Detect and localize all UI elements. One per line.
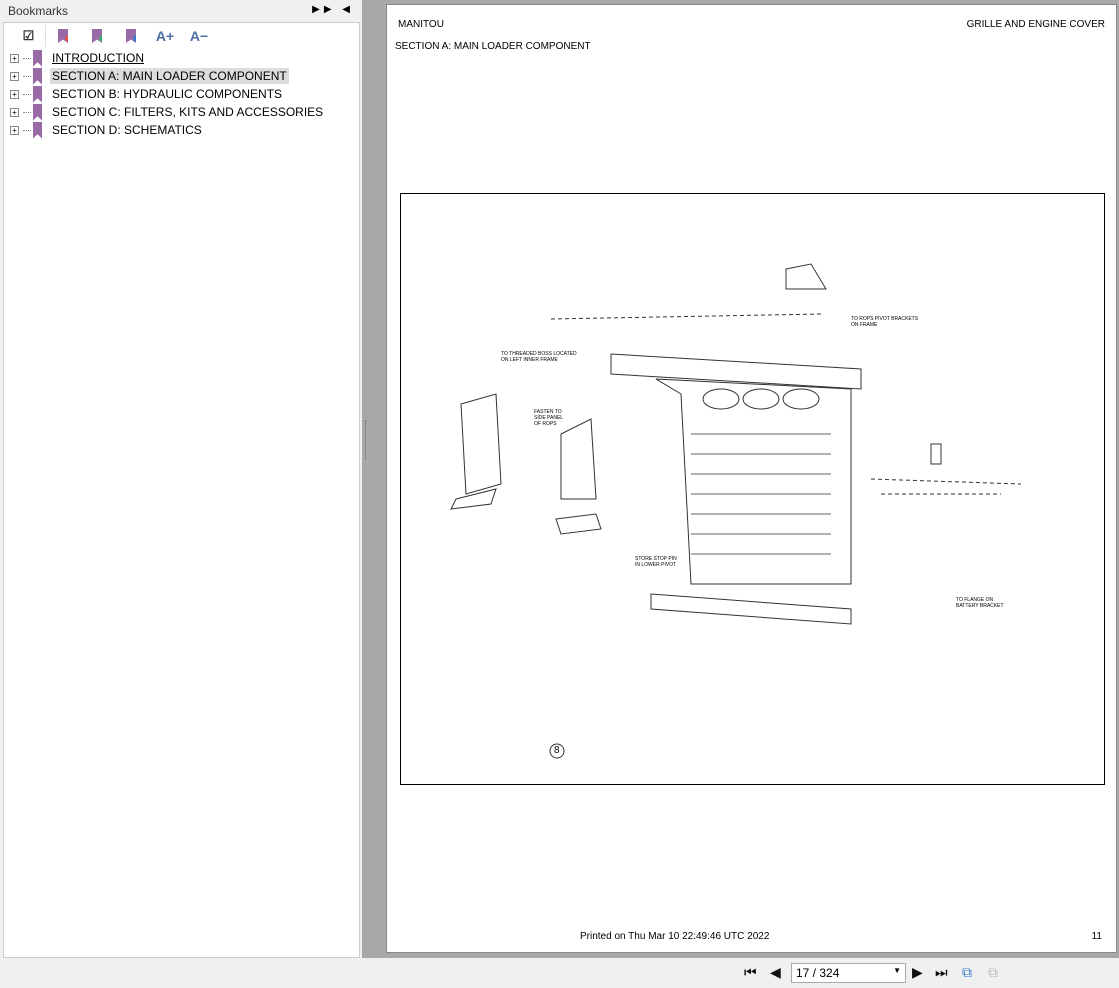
header-right: GRILLE AND ENGINE COVER — [966, 19, 1105, 30]
bookmark-label[interactable]: SECTION B: HYDRAULIC COMPONENTS — [50, 86, 284, 102]
header-left: MANITOU — [398, 19, 444, 30]
expand-icon[interactable]: + — [10, 89, 19, 99]
expand-icon[interactable]: + — [10, 107, 19, 117]
previous-view-icon[interactable]: ⧉ — [962, 964, 972, 981]
page-selector[interactable]: 17 / 324 ▼ — [791, 963, 906, 983]
bookmark-item[interactable]: + SECTION C: FILTERS, KITS AND ACCESSORIE… — [4, 103, 359, 121]
page-number: 11 — [1091, 931, 1102, 942]
collapse-panel-icon[interactable]: ◀ — [342, 4, 354, 15]
expand-icon[interactable]: + — [10, 71, 19, 81]
bookmark-icon — [33, 85, 42, 103]
bookmark-label[interactable]: SECTION A: MAIN LOADER COMPONENT — [50, 68, 289, 84]
expand-panel-icon[interactable]: ▶▶ — [312, 4, 335, 15]
expand-icon[interactable]: + — [10, 125, 19, 135]
bookmarks-panel: Bookmarks ▶▶ ◀ ☑ A+ A− + INTRODUCTION + SEC… — [0, 0, 362, 958]
bookmark-label[interactable]: SECTION C: FILTERS, KITS AND ACCESSORIES — [50, 104, 325, 120]
diagram-note: TO ROPS PIVOT BRACKETS ON FRAME — [851, 316, 919, 328]
bookmark-icon — [33, 121, 42, 139]
next-page-icon[interactable]: ▶ — [912, 964, 923, 981]
chevron-down-icon[interactable]: ▼ — [893, 966, 901, 975]
go-to-bookmark-button[interactable] — [114, 25, 148, 47]
bookmark-icon — [33, 67, 42, 85]
navigation-bar: ⏮ ◀ ▶ ⏭ ⧉ ⧉ — [0, 958, 1119, 988]
bookmarks-title: Bookmarks — [8, 4, 69, 18]
expand-all-button[interactable]: ☑ — [12, 25, 46, 47]
first-page-icon[interactable]: ⏮ — [744, 964, 757, 981]
next-view-icon[interactable]: ⧉ — [988, 964, 998, 981]
bookmark-label[interactable]: SECTION D: SCHEMATICS — [50, 122, 204, 138]
add-bookmark-button[interactable] — [80, 25, 114, 47]
increase-font-button[interactable]: A+ — [148, 25, 182, 47]
last-page-icon[interactable]: ⏭ — [935, 964, 948, 981]
delete-bookmark-button[interactable] — [46, 25, 80, 47]
bookmark-item[interactable]: + SECTION B: HYDRAULIC COMPONENTS — [4, 85, 359, 103]
section-heading: SECTION A: MAIN LOADER COMPONENT — [395, 41, 591, 52]
bookmark-item[interactable]: + SECTION A: MAIN LOADER COMPONENT — [4, 67, 359, 85]
bookmark-item[interactable]: + INTRODUCTION — [4, 49, 359, 67]
grille-engine-cover-drawing — [450, 263, 1022, 759]
diagram-note: STORE STOP PIN IN LOWER PIVOT — [635, 556, 677, 568]
bookmark-icon — [33, 103, 42, 121]
callout-number: 8 — [554, 745, 560, 756]
printed-on: Printed on Thu Mar 10 22:49:46 UTC 2022 — [580, 931, 770, 942]
bookmark-icon — [33, 49, 42, 67]
splitter-grip[interactable] — [365, 420, 368, 460]
previous-page-icon[interactable]: ◀ — [770, 964, 781, 981]
bookmark-item[interactable]: + SECTION D: SCHEMATICS — [4, 121, 359, 139]
pdf-page: MANITOU GRILLE AND ENGINE COVER SECTION … — [386, 4, 1117, 953]
diagram-note: TO FLANGE ON BATTERY BRACKET — [956, 597, 1004, 609]
bookmark-label[interactable]: INTRODUCTION — [50, 50, 146, 66]
diagram-note: FASTEN TO SIDE PANEL OF ROPS — [534, 409, 563, 427]
diagram-note: TO THREADED BOSS LOCATED ON LEFT INNER F… — [501, 351, 577, 363]
exploded-diagram: 8 TO ROPS PIVOT BRACKETS ON FRAME TO THR… — [400, 193, 1105, 785]
expand-icon[interactable]: + — [10, 53, 19, 63]
decrease-font-button[interactable]: A− — [182, 25, 216, 47]
page-selector-value: 17 / 324 — [796, 966, 840, 980]
